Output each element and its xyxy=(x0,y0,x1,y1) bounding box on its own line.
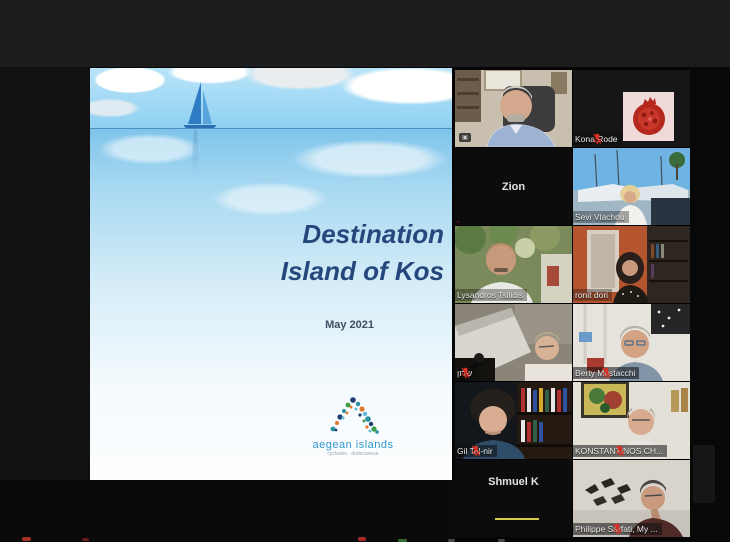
participant-nameplate: KONSTANTINOS CH... xyxy=(573,445,667,457)
meeting-window: Destination Island of Kos May 2021 xyxy=(0,0,730,542)
muted-mic-icon xyxy=(455,445,497,457)
video-tile-sharon[interactable]: שרון xyxy=(455,304,572,381)
sailboat-icon xyxy=(184,125,216,128)
participant-nameplate: Sevi Vlachou xyxy=(573,211,629,223)
muted-mic-icon xyxy=(573,523,662,535)
sailboat-icon xyxy=(203,90,212,124)
participant-name: ronit dori xyxy=(575,290,608,300)
participant-name: Zion xyxy=(455,148,572,225)
video-tile-sevi-vlachou[interactable]: Sevi Vlachou xyxy=(573,148,690,225)
participant-name: Lysandros Tsilidis xyxy=(457,290,523,300)
participant-nameplate: Gil Tel-nir xyxy=(455,445,497,457)
participant-nameplate: Berty Mustacchi xyxy=(573,367,639,379)
participant-name: Shmuel K xyxy=(455,460,572,537)
slide-title-line1: Destination xyxy=(184,216,444,253)
participant-nameplate: Kona Rode xyxy=(573,133,622,145)
video-tile-berty-mustacchi[interactable]: Berty Mustacchi xyxy=(573,304,690,381)
video-tile-konstantinos[interactable]: KONSTANTINOS CH... xyxy=(573,382,690,459)
participant-nameplate: Lysandros Tsilidis xyxy=(455,289,527,301)
participant-name: Sevi Vlachou xyxy=(575,212,625,222)
sailboat-icon xyxy=(188,82,201,124)
participant-nameplate: ronit dori xyxy=(573,289,612,301)
slide-date: May 2021 xyxy=(325,319,374,331)
aegean-islands-logo: aegean islands cyclades · dodecanese xyxy=(307,391,399,453)
muted-mic-icon xyxy=(455,221,461,223)
video-tile-shmuel-k[interactable]: Shmuel K xyxy=(455,460,572,537)
video-tile-philippe-sarfati[interactable]: Philippe Sarfati, My ... xyxy=(573,460,690,537)
video-tile-zion[interactable]: Zion xyxy=(455,148,572,225)
muted-mic-icon xyxy=(573,133,622,145)
highlight-underline xyxy=(495,518,539,520)
muted-mic-icon xyxy=(455,367,476,379)
window-left-area xyxy=(0,67,90,480)
logo-tagline: cyclades · dodecanese xyxy=(307,451,399,458)
participant-nameplate xyxy=(455,221,461,223)
speaker-corner-badge-icon: ▣ xyxy=(459,133,471,142)
speaker-video xyxy=(455,70,572,147)
muted-mic-icon xyxy=(573,367,639,379)
toolbar-fragment-icon xyxy=(82,538,89,541)
slide-title: Destination Island of Kos xyxy=(184,216,444,290)
window-bottom-area xyxy=(0,480,455,542)
background-window-fragment xyxy=(693,445,715,503)
logo-dots-arch-icon xyxy=(307,391,399,435)
toolbar-fragment-icon xyxy=(358,537,366,541)
participant-nameplate: Philippe Sarfati, My ... xyxy=(573,523,662,535)
video-tile-lysandros-tsilidis[interactable]: Lysandros Tsilidis xyxy=(455,226,572,303)
video-tile-kona-rode[interactable]: Kona Rode xyxy=(573,70,690,147)
slide-title-line2: Island of Kos xyxy=(184,253,444,290)
muted-mic-icon xyxy=(573,445,667,457)
toolbar-fragment-icon xyxy=(22,537,31,541)
participant-nameplate: שרון xyxy=(455,367,476,379)
video-tile-speaker[interactable]: ▣ xyxy=(455,70,572,147)
shared-screen-slide: Destination Island of Kos May 2021 xyxy=(90,68,452,480)
video-tile-gil-tel-nir[interactable]: Gil Tel-nir xyxy=(455,382,572,459)
slide-sky-graphic xyxy=(90,68,452,129)
participant-gallery: ▣ Kona Rode xyxy=(455,70,690,537)
window-top-area xyxy=(0,0,730,67)
video-tile-ronit-dori[interactable]: ronit dori xyxy=(573,226,690,303)
logo-wordmark: aegean islands xyxy=(307,440,399,451)
